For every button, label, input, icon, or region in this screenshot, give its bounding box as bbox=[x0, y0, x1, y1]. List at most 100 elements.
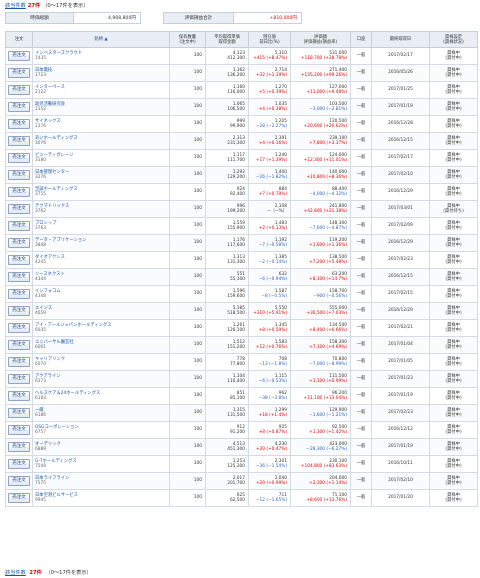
avg-cost-cell: 1,596 159,600 bbox=[205, 285, 249, 303]
table-row: 売注文 日本管理センター 3276 100 1,292 129,200 1,400 −26 (… bbox=[5, 166, 478, 184]
stock-code: 3848 bbox=[35, 243, 46, 248]
value-cell: 204,000 +2,300 (+1.14%) bbox=[290, 472, 351, 490]
day-change: +4 (+0.16%) bbox=[258, 141, 287, 146]
sell-order-button[interactable]: 売注文 bbox=[8, 238, 30, 248]
sell-order-button[interactable]: 売注文 bbox=[8, 425, 30, 435]
col-qty: 保有数量 (注文中) bbox=[169, 31, 206, 48]
sell-order-button[interactable]: 売注文 bbox=[8, 51, 30, 61]
lending-status-cell: 貸株中 (貸付中) bbox=[429, 387, 478, 405]
value-cell: 96,200 +11,100 (+13.04%) bbox=[290, 387, 351, 405]
lending-state: (貸付中) bbox=[445, 141, 462, 146]
avg-cost-cell: 1,104 110,400 bbox=[205, 370, 249, 388]
summary-bar: 時価総額 4,908,800円 評価損益合計 +810,000円 bbox=[0, 12, 480, 24]
day-change: +5 (+0.39%) bbox=[258, 90, 287, 95]
lending-state: (貸付中) bbox=[445, 379, 462, 384]
sell-order-button[interactable]: 売注文 bbox=[8, 153, 30, 163]
date-cell: 2017/01/04 bbox=[371, 336, 430, 354]
sell-order-button[interactable]: 売注文 bbox=[8, 357, 30, 367]
sell-order-button[interactable]: 売注文 bbox=[8, 221, 30, 231]
value-cell: 71,100 +8,600 (+13.76%) bbox=[290, 489, 351, 507]
total-pl-amount: +810,000円 bbox=[233, 12, 302, 24]
sell-order-button[interactable]: 売注文 bbox=[8, 272, 30, 282]
day-change: +7 (+0.79%) bbox=[258, 192, 287, 197]
value-cell: 63,200 +8,100 (+14.7%) bbox=[290, 268, 351, 286]
value-cell: 158,700 −900 (−0.56%) bbox=[290, 285, 351, 303]
sell-order-button[interactable]: 売注文 bbox=[8, 119, 30, 129]
sell-order-button[interactable]: 売注文 bbox=[8, 306, 30, 316]
sell-order-button[interactable]: 売注文 bbox=[8, 442, 30, 452]
stock-code: 2376 bbox=[35, 124, 46, 129]
lending-status-cell: 貸株中 (貸付中) bbox=[429, 149, 478, 167]
unrealized-pl: +7,200 (+5.48%) bbox=[309, 260, 347, 265]
cost-amount: 199,200 bbox=[227, 209, 245, 214]
result-count-header: 該当件数 27件 （0～17件を表示） bbox=[0, 0, 480, 11]
sell-order-button[interactable]: 売注文 bbox=[8, 170, 30, 180]
avg-cost-cell: 551 55,100 bbox=[205, 268, 249, 286]
name-cell: アイ・アールジャパンホールディングス 6035 bbox=[32, 319, 170, 337]
qty-cell: 100 bbox=[169, 404, 206, 422]
qty-cell: 100 bbox=[169, 319, 206, 337]
sell-order-button[interactable]: 売注文 bbox=[8, 204, 30, 214]
sell-order-button[interactable]: 売注文 bbox=[8, 68, 30, 78]
order-cell: 売注文 bbox=[5, 251, 33, 269]
value-cell: 103,500 −3,000 (−2.81%) bbox=[290, 98, 351, 116]
table-row: 売注文 エイジス 4659 100 5,185 518,500 5,550 +310 (+5.… bbox=[5, 302, 478, 320]
price-cell: 2,714 +32 (+1.19%) bbox=[248, 64, 291, 82]
stock-code: 6757 bbox=[35, 430, 46, 435]
sell-order-button[interactable]: 売注文 bbox=[8, 136, 30, 146]
table-row: 売注文 インターペース 2122 100 1,160 116,000 1,270 +5 (+0… bbox=[5, 81, 478, 99]
footer-count-link[interactable]: 該当件数 bbox=[5, 570, 26, 576]
sell-order-button[interactable]: 売注文 bbox=[8, 340, 30, 350]
lending-status-cell: 貸株中 (貸付中) bbox=[429, 404, 478, 422]
unrealized-pl: +1,100 (+0.99%) bbox=[309, 379, 347, 384]
name-cell: インベスターズクラウド 1435 bbox=[32, 47, 170, 65]
unrealized-pl: +135,200 (+99.26%) bbox=[300, 73, 347, 78]
cost-amount: 99,900 bbox=[229, 124, 245, 129]
col-name[interactable]: 銘柄 ▲ bbox=[32, 31, 170, 48]
date-cell: 2017/01/25 bbox=[371, 81, 430, 99]
col-account: 口座 bbox=[350, 31, 372, 48]
col-avg: 平均取得単価 取得金額 bbox=[205, 31, 249, 48]
lending-status-cell: 貸株中 (貸付中) bbox=[429, 47, 478, 65]
date-cell: 2017/03/01 bbox=[371, 200, 430, 218]
account-cell: 一般 bbox=[350, 234, 372, 252]
cost-amount: 518,500 bbox=[227, 311, 245, 316]
market-value-box: 時価総額 4,908,800円 bbox=[5, 12, 141, 24]
cost-amount: 62,500 bbox=[229, 498, 245, 503]
total-pl-label: 評価損益合計 bbox=[163, 12, 234, 24]
result-count-link[interactable]: 該当件数 bbox=[5, 2, 26, 9]
order-cell: 売注文 bbox=[5, 132, 33, 150]
sell-order-button[interactable]: 売注文 bbox=[8, 391, 30, 401]
sell-order-button[interactable]: 売注文 bbox=[8, 85, 30, 95]
avg-cost-cell: 1,559 155,900 bbox=[205, 217, 249, 235]
date-cell: 2017/02/17 bbox=[371, 47, 430, 65]
date-cell: 2017/01/05 bbox=[371, 353, 430, 371]
sell-order-button[interactable]: 売注文 bbox=[8, 102, 30, 112]
table-row: 売注文 インフォコム 4348 100 1,596 159,600 1,587 −8 (−0.… bbox=[5, 285, 478, 303]
sell-order-button[interactable]: 売注文 bbox=[8, 323, 30, 333]
sell-order-button[interactable]: 売注文 bbox=[8, 187, 30, 197]
account-cell: 一般 bbox=[350, 200, 372, 218]
sell-order-button[interactable]: 売注文 bbox=[8, 476, 30, 486]
sell-order-button[interactable]: 売注文 bbox=[8, 289, 30, 299]
date-cell: 2017/01/20 bbox=[371, 489, 430, 507]
sell-order-button[interactable]: 売注文 bbox=[8, 459, 30, 469]
account-cell: 一般 bbox=[350, 285, 372, 303]
sell-order-button[interactable]: 売注文 bbox=[8, 408, 30, 418]
price-cell: 962 −38 (−3.8%) bbox=[248, 387, 291, 405]
value-cell: 423,000 −28,300 (−6.27%) bbox=[290, 438, 351, 456]
qty-cell: 100 bbox=[169, 472, 206, 490]
order-cell: 売注文 bbox=[5, 302, 33, 320]
avg-cost-cell: 1,253 125,300 bbox=[205, 455, 249, 473]
price-cell: 1,270 +5 (+0.39%) bbox=[248, 81, 291, 99]
table-row: 売注文 OSGコーポレーション 6757 100 912 91,200 925 +8 (+0.… bbox=[5, 421, 478, 439]
qty-cell: 100 bbox=[169, 234, 206, 252]
sell-order-button[interactable]: 売注文 bbox=[8, 493, 30, 503]
date-cell: 2016/12/28 bbox=[371, 115, 430, 133]
qty-cell: 100 bbox=[169, 200, 206, 218]
value-cell: 158,300 +7,100 (+4.69%) bbox=[290, 336, 351, 354]
table-row: 売注文 日本電技 1723 100 1,362 136,200 2,714 +32 (+1.1… bbox=[5, 64, 478, 82]
sell-order-button[interactable]: 売注文 bbox=[8, 374, 30, 384]
sell-order-button[interactable]: 売注文 bbox=[8, 255, 30, 265]
cost-amount: 159,600 bbox=[227, 294, 245, 299]
